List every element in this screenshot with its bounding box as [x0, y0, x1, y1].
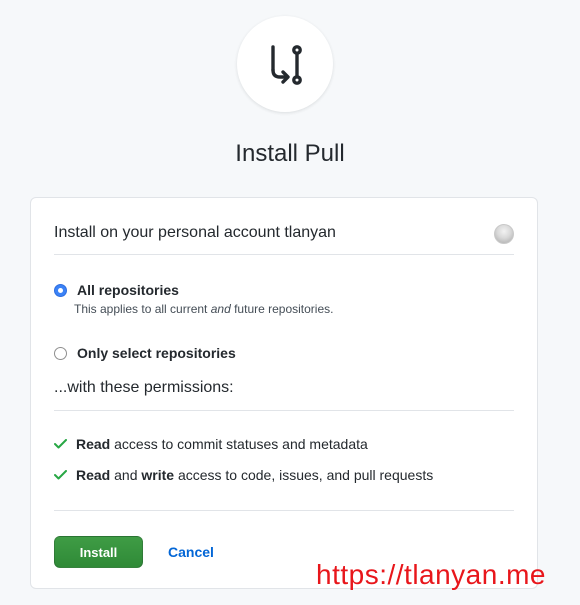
permission-middle: and [110, 467, 142, 483]
permission-rest: access to code, issues, and pull request… [174, 467, 434, 483]
permission-item: Read and write access to code, issues, a… [54, 467, 433, 483]
cancel-link[interactable]: Cancel [168, 544, 214, 560]
check-icon [54, 439, 68, 449]
radio-select-repositories-label[interactable]: Only select repositories [77, 345, 236, 361]
desc-emphasis: and [210, 302, 231, 316]
all-repositories-description: This applies to all current and future r… [74, 302, 333, 316]
radio-selected-icon[interactable] [54, 284, 67, 297]
account-label: Install on your personal account tlanyan [54, 224, 336, 241]
account-row: Install on your personal account tlanyan [54, 220, 514, 255]
permission-strong: write [141, 467, 175, 483]
install-card: Install on your personal account tlanyan… [30, 197, 538, 589]
radio-select-repositories[interactable]: Only select repositories [54, 345, 236, 361]
permission-item: Read access to commit statuses and metad… [54, 436, 368, 452]
permission-rest: access to commit statuses and metadata [110, 436, 368, 452]
watermark-text: https://tlanyan.me [316, 559, 547, 590]
radio-all-repositories[interactable]: All repositories [54, 282, 179, 298]
permissions-heading: ...with these permissions: [54, 379, 514, 411]
desc-suffix: future repositories. [230, 302, 334, 316]
radio-all-repositories-label[interactable]: All repositories [77, 282, 179, 298]
desc-prefix: This applies to all current [74, 302, 211, 316]
permission-text: Read and write access to code, issues, a… [76, 467, 433, 483]
permission-strong: Read [76, 467, 111, 483]
radio-unselected-icon[interactable] [54, 347, 67, 360]
user-avatar [494, 224, 514, 244]
app-logo [237, 16, 333, 112]
page-title: Install Pull [235, 140, 345, 167]
git-pull-request-icon [271, 45, 302, 85]
check-icon [54, 470, 68, 480]
permission-strong: Read [76, 436, 111, 452]
install-button[interactable]: Install [54, 536, 143, 568]
divider [54, 510, 514, 511]
permission-text: Read access to commit statuses and metad… [76, 436, 368, 452]
